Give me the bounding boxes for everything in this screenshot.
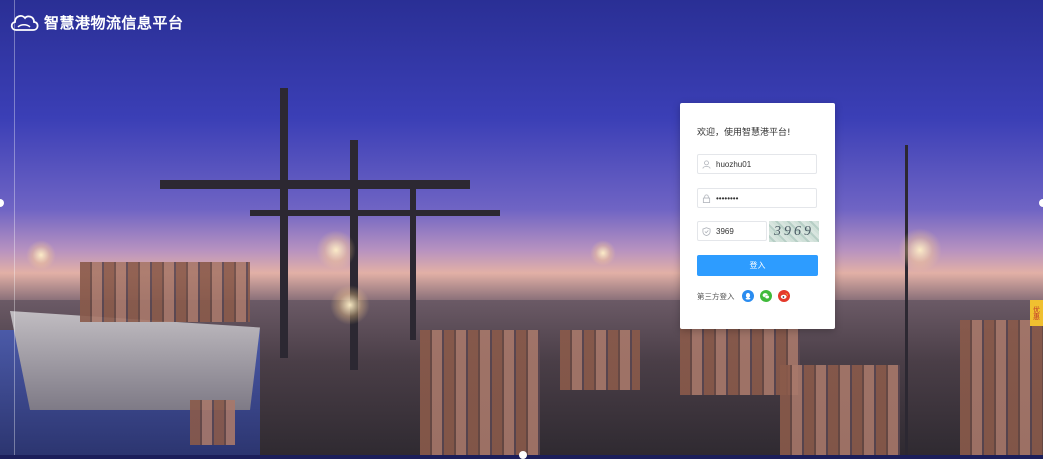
lock-icon: [698, 188, 714, 208]
password-value: ••••••••: [716, 193, 739, 203]
container-stack: [420, 330, 540, 455]
container-stack: [780, 365, 900, 455]
weibo-icon[interactable]: [777, 290, 790, 302]
lamp-glow: [26, 240, 56, 270]
third-party-login: 第三方登入: [697, 290, 790, 302]
third-party-label: 第三方登入: [697, 291, 735, 301]
edge-handle-bottom[interactable]: [519, 451, 527, 459]
login-button[interactable]: 登入: [697, 255, 818, 276]
edge-handle-right[interactable]: [1039, 199, 1043, 207]
user-icon: [698, 154, 714, 174]
wechat-icon[interactable]: [759, 290, 772, 302]
lamp-glow: [898, 228, 942, 272]
container-stack: [190, 400, 235, 445]
brand-name: 智慧港物流信息平台: [44, 13, 184, 32]
crane-boom: [160, 180, 470, 189]
side-promo-tag[interactable]: 优惠: [1030, 300, 1043, 326]
qq-icon[interactable]: [741, 290, 754, 302]
container-stack: [560, 330, 640, 390]
login-card: 欢迎，使用智慧港平台! huozhu01 •••••••• 3969 3969 …: [680, 103, 835, 329]
guide-line: [14, 0, 15, 455]
container-stack: [960, 320, 1043, 455]
container-stack: [80, 262, 250, 322]
username-value: huozhu01: [716, 159, 752, 169]
lamp-glow: [330, 285, 370, 325]
captcha-value: 3969: [716, 226, 734, 236]
lamp-glow: [590, 240, 616, 266]
cloud-logo-icon: [10, 15, 39, 31]
light-pole: [905, 145, 908, 455]
crane-leg: [280, 88, 288, 358]
welcome-text: 欢迎，使用智慧港平台!: [697, 128, 791, 138]
crane-leg: [410, 180, 416, 340]
captcha-field[interactable]: 3969: [697, 221, 767, 241]
username-field[interactable]: huozhu01: [697, 154, 817, 174]
crane-boom: [250, 210, 500, 216]
lamp-glow: [316, 230, 356, 270]
background-photo: [0, 0, 1043, 455]
brand-header: 智慧港物流信息平台: [9, 11, 184, 33]
captcha-image[interactable]: 3969: [769, 221, 819, 242]
shield-icon: [698, 221, 714, 241]
password-field[interactable]: ••••••••: [697, 188, 817, 208]
